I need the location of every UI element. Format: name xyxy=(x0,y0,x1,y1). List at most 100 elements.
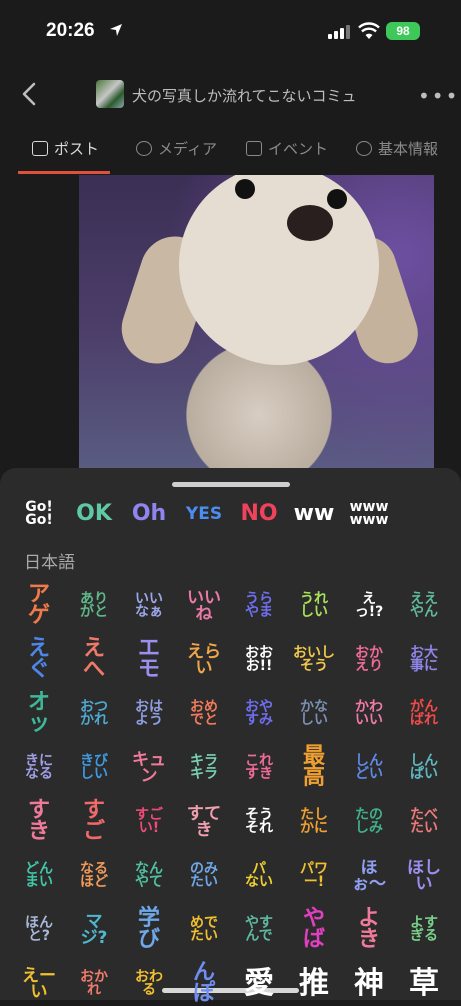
tab-post[interactable]: ポスト xyxy=(32,138,99,159)
tab-event[interactable]: イベント xyxy=(246,138,328,159)
sticker-r1c5[interactable]: うら やま xyxy=(239,586,279,626)
sticker-r3c3[interactable]: おは よう xyxy=(129,694,169,734)
group-title[interactable]: 犬の写真しか流れてこないコミュ xyxy=(132,85,357,106)
sticker-r5c5[interactable]: そう それ xyxy=(239,802,279,842)
sticker-r1c2[interactable]: あり がと xyxy=(74,586,114,626)
sticker-r5c1[interactable]: すき xyxy=(19,800,59,843)
status-time: 20:26 xyxy=(46,20,95,41)
sticker-r2c3[interactable]: エモ xyxy=(129,638,169,681)
sticker-r6c2[interactable]: なる ほど xyxy=(74,856,114,896)
info-icon xyxy=(356,141,372,156)
sticker-7[interactable]: www www xyxy=(349,494,389,534)
tab-label: ポスト xyxy=(54,140,100,158)
sticker-r8c8[interactable]: 草 xyxy=(404,964,444,1004)
location-arrow-icon xyxy=(110,24,122,36)
sticker-r3c8[interactable]: がん ばれ xyxy=(404,694,444,734)
back-chevron-icon[interactable] xyxy=(18,80,42,108)
sticker-r1c3[interactable]: いい なぁ xyxy=(129,586,169,626)
sticker-r4c6[interactable]: 最高 xyxy=(294,746,334,789)
sticker-r4c1[interactable]: きに なる xyxy=(19,748,59,788)
sticker-r3c5[interactable]: おや すみ xyxy=(239,694,279,734)
sticker-r1c6[interactable]: うれ しい xyxy=(294,586,334,626)
sticker-r3c7[interactable]: かわ いい xyxy=(349,694,389,734)
sticker-2[interactable]: OK xyxy=(74,494,114,534)
dog-nose xyxy=(287,205,333,241)
sticker-r8c4[interactable]: んぽ xyxy=(184,962,224,1005)
sticker-3[interactable]: Oh xyxy=(129,494,169,534)
tab-media[interactable]: メディア xyxy=(136,138,217,159)
battery-indicator: 98 xyxy=(386,22,420,40)
sticker-r5c7[interactable]: たの しみ xyxy=(349,802,389,842)
tab-label: メディア xyxy=(158,140,217,158)
sticker-r8c2[interactable]: おか れ xyxy=(74,964,114,1004)
wifi-icon xyxy=(358,22,380,39)
sticker-r7c3[interactable]: 学び xyxy=(129,908,169,951)
media-icon xyxy=(136,141,152,156)
sticker-r3c6[interactable]: かな しい xyxy=(294,694,334,734)
cellular-signal-icon xyxy=(328,25,350,39)
sticker-r6c8[interactable]: ほしい xyxy=(404,856,444,896)
sticker-r6c5[interactable]: パ ない xyxy=(239,856,279,896)
sticker-r6c1[interactable]: どん まい xyxy=(19,856,59,896)
sheet-grabber[interactable] xyxy=(172,482,290,487)
sticker-r5c3[interactable]: すご い! xyxy=(129,802,169,842)
sticker-r8c7[interactable]: 神 xyxy=(349,964,389,1004)
post-photo[interactable] xyxy=(79,175,434,470)
sticker-r5c2[interactable]: すご xyxy=(74,800,114,843)
sticker-r2c5[interactable]: おお お!! xyxy=(239,640,279,680)
calendar-icon xyxy=(246,141,262,156)
nav-bar: 犬の写真しか流れてこないコミュ ••• xyxy=(0,72,461,116)
sticker-r7c6[interactable]: やば xyxy=(294,908,334,951)
sticker-r5c4[interactable]: すてき xyxy=(184,802,224,842)
sticker-r5c6[interactable]: たし かに xyxy=(294,802,334,842)
sticker-r1c1[interactable]: アゲ xyxy=(19,584,59,627)
tab-info[interactable]: 基本情報 xyxy=(356,138,438,159)
sticker-5[interactable]: NO xyxy=(239,494,279,534)
sticker-section-title: 日本語 xyxy=(24,553,75,573)
sticker-r4c3[interactable]: キュン xyxy=(129,748,169,788)
sticker-r1c4[interactable]: いいね xyxy=(184,586,224,626)
sticker-r8c5[interactable]: 愛 xyxy=(239,964,279,1004)
sticker-r8c6[interactable]: 推 xyxy=(294,964,334,1004)
sticker-r4c7[interactable]: しん どい xyxy=(349,748,389,788)
sticker-r4c2[interactable]: きび しい xyxy=(74,748,114,788)
sticker-6[interactable]: ww xyxy=(294,494,335,534)
sticker-r6c4[interactable]: のみ たい xyxy=(184,856,224,896)
sticker-r2c2[interactable]: えへ xyxy=(74,638,114,681)
sticker-r2c4[interactable]: えらい xyxy=(184,640,224,680)
dog-head xyxy=(179,175,379,365)
sticker-r1c8[interactable]: ええ やん xyxy=(404,586,444,626)
sticker-4[interactable]: YES xyxy=(184,494,224,534)
sticker-r6c6[interactable]: パワー! xyxy=(294,856,334,896)
sticker-r2c8[interactable]: お大 事に xyxy=(404,640,444,680)
sticker-r6c3[interactable]: なん やて xyxy=(129,856,169,896)
sticker-r8c1[interactable]: えーい xyxy=(19,964,59,1004)
group-avatar[interactable] xyxy=(96,80,124,108)
sticker-r1c7[interactable]: えっ!? xyxy=(349,586,389,626)
sticker-r8c3[interactable]: おわ る xyxy=(129,964,169,1004)
sticker-r3c4[interactable]: おめ でと xyxy=(184,694,224,734)
sticker-r4c4[interactable]: キラ キラ xyxy=(184,748,224,788)
sticker-r7c8[interactable]: よす ぎる xyxy=(404,910,444,950)
sticker-r7c4[interactable]: めで たい xyxy=(184,910,224,950)
sticker-r4c5[interactable]: これ すき xyxy=(239,748,279,788)
tab-bar: ポスト メディア イベント 基本情報 xyxy=(0,128,461,174)
sticker-r3c1[interactable]: オッ xyxy=(19,692,59,735)
sticker-r3c2[interactable]: おつ かれ xyxy=(74,694,114,734)
dog-eye xyxy=(327,189,347,209)
sticker-r7c5[interactable]: やす んで xyxy=(239,910,279,950)
sticker-r2c1[interactable]: えぐ xyxy=(19,638,59,681)
tab-label: 基本情報 xyxy=(378,140,439,158)
sticker-r2c7[interactable]: おか えり xyxy=(349,640,389,680)
sticker-r6c7[interactable]: ほぉ〜 xyxy=(349,856,389,896)
sticker-r5c8[interactable]: たべ たい xyxy=(404,802,444,842)
tab-label: イベント xyxy=(268,140,329,158)
sticker-r7c2[interactable]: マジ? xyxy=(74,910,114,950)
sticker-r2c6[interactable]: おいし そう xyxy=(293,640,335,680)
status-bar: 20:26 98 xyxy=(0,0,461,60)
sticker-r7c7[interactable]: よき xyxy=(349,908,389,951)
sticker-r4c8[interactable]: しん ぱい xyxy=(404,748,444,788)
sticker-r7c1[interactable]: ほん と? xyxy=(19,910,59,950)
more-options-icon[interactable]: ••• xyxy=(418,84,459,108)
sticker-1[interactable]: Go! Go! xyxy=(19,494,59,534)
